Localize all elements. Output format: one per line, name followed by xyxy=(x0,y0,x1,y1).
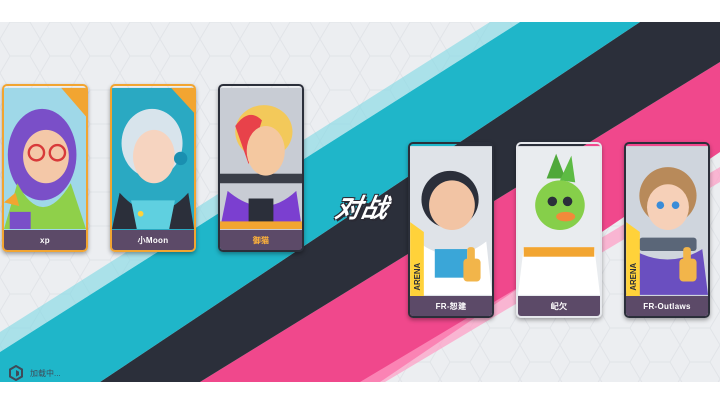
player-name: 小Moon xyxy=(112,230,194,250)
loading-text: 加载中... xyxy=(30,368,61,378)
arena-badge: ARENA xyxy=(626,222,640,297)
player-name: xp xyxy=(4,230,86,250)
player-card-left-1[interactable]: xp xyxy=(2,84,88,252)
avatar-blonde-hair xyxy=(220,87,302,249)
player-card-right-1[interactable]: ARENA FR-恕建 xyxy=(408,142,494,318)
player-name: FR-Outlaws xyxy=(626,296,708,316)
player-name: FR-恕建 xyxy=(410,296,492,316)
hex-logo-icon xyxy=(9,365,23,381)
player-card-left-2[interactable]: 小Moon xyxy=(110,84,196,252)
avatar-silver-hair xyxy=(112,87,194,249)
match-loading-screen: xp 小Moon 御猫 对战 ARENA FR-恕建 屺欠 ARENA FR-O… xyxy=(0,22,720,382)
avatar-purple-hair xyxy=(4,87,86,249)
arena-badge-text: ARENA xyxy=(413,262,422,290)
arena-badge-text: ARENA xyxy=(629,262,638,290)
player-card-right-3[interactable]: ARENA FR-Outlaws xyxy=(624,142,710,318)
versus-label: 对战 xyxy=(332,194,391,224)
avatar-green-bird xyxy=(518,146,600,314)
player-card-right-2[interactable]: 屺欠 xyxy=(516,142,602,318)
arena-badge: ARENA xyxy=(410,222,424,297)
player-name: 屺欠 xyxy=(518,296,600,316)
loading-indicator: 加载中... xyxy=(8,365,61,381)
player-card-left-3[interactable]: 御猫 xyxy=(218,84,304,252)
player-name: 御猫 xyxy=(220,230,302,250)
